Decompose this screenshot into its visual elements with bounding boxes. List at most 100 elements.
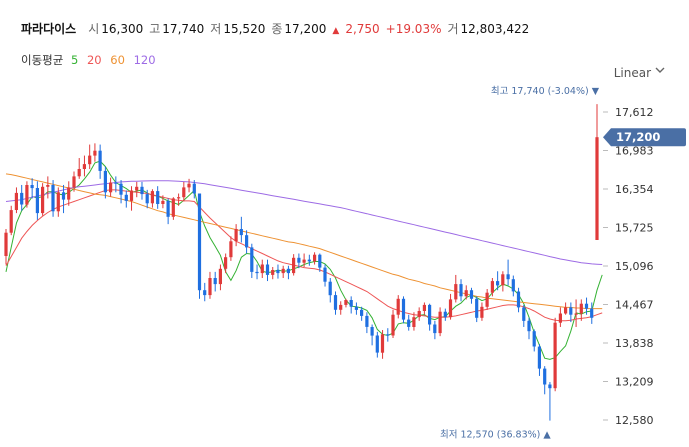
candle [260, 259, 264, 278]
candle-body [537, 346, 541, 369]
candle [229, 236, 233, 261]
candle-body [77, 169, 81, 177]
candle [218, 264, 222, 291]
candle [20, 184, 24, 211]
candle [506, 259, 510, 286]
candle [339, 301, 343, 315]
candle [93, 143, 97, 162]
candle-body [543, 368, 547, 385]
candle [156, 186, 160, 209]
candle [313, 252, 317, 265]
candle-body [516, 291, 521, 308]
candle-body [590, 308, 594, 318]
candle-body [234, 229, 238, 242]
candle [197, 193, 202, 299]
candle-body [145, 194, 149, 204]
candle-body [218, 268, 222, 285]
candle-body [584, 303, 589, 309]
candle-body [250, 247, 254, 272]
candle-body [61, 192, 66, 200]
candle-body [245, 235, 249, 248]
candle-body [360, 309, 364, 316]
candle [276, 264, 280, 279]
candle [511, 275, 515, 297]
candle-body [511, 279, 515, 292]
candle-body [438, 311, 442, 334]
candle-body [490, 281, 494, 293]
candle [129, 186, 134, 211]
candle-body [292, 257, 296, 274]
candle [459, 279, 463, 302]
candle-body [354, 306, 358, 310]
candle [150, 189, 154, 208]
candle [239, 216, 243, 243]
y-tick-label: 15,725 [615, 222, 654, 235]
price-chart[interactable]: 17,612 16,983 16,354 15,725 15,096 14,467 13,8… [0, 0, 689, 447]
candle-body [46, 185, 50, 187]
candle [548, 382, 552, 421]
candle-body [9, 210, 13, 233]
candle-body [166, 200, 170, 217]
candle [558, 307, 562, 327]
candle-body [82, 164, 86, 169]
candle-body [480, 306, 484, 318]
candle [543, 366, 547, 395]
candle [433, 320, 437, 340]
candle-body [569, 307, 573, 315]
candle [422, 302, 426, 315]
candle-body [281, 268, 285, 274]
candle-body [88, 155, 92, 165]
candle [182, 181, 186, 202]
candle-body [464, 290, 468, 297]
candle [67, 181, 71, 206]
candle-body [203, 290, 207, 296]
candle-body [433, 324, 437, 334]
candle [532, 329, 536, 352]
candle [386, 328, 390, 342]
candle [208, 271, 212, 299]
candle [265, 259, 270, 282]
candle-body [192, 183, 196, 194]
candle-body [412, 317, 416, 327]
candle-body [548, 384, 552, 389]
candle-body [103, 170, 107, 193]
candle [428, 303, 432, 331]
y-tick-label: 17,612 [615, 106, 654, 119]
candle-body [496, 281, 500, 286]
candle [271, 266, 275, 280]
y-tick-label: 14,467 [615, 299, 654, 312]
candle-body [114, 182, 118, 184]
candle [318, 253, 322, 272]
candle-body [224, 257, 228, 269]
candle [537, 344, 541, 376]
candle-body [339, 304, 343, 310]
candle-body [56, 192, 60, 212]
candle-body [35, 188, 39, 214]
candle [391, 309, 395, 338]
candle-body [365, 315, 369, 327]
candle-body [229, 241, 233, 258]
candle-body [407, 319, 411, 327]
candle [224, 253, 228, 274]
candle [522, 304, 526, 327]
candle-body [119, 183, 123, 195]
candle [281, 265, 285, 278]
candle-body [98, 150, 102, 171]
y-tick-label: 13,209 [615, 376, 654, 389]
candle-body [93, 150, 97, 156]
candle [370, 324, 374, 346]
candle [9, 205, 13, 236]
candle-body [574, 313, 578, 315]
candle-body [459, 284, 463, 297]
candle-body [454, 284, 458, 300]
candle-body [380, 334, 385, 353]
candle [401, 296, 406, 324]
candle-body [109, 182, 113, 193]
candle [333, 291, 338, 315]
candle [527, 317, 531, 340]
candle-body [401, 298, 406, 320]
candle [140, 181, 144, 200]
candle-body [443, 311, 447, 318]
ma120-line [5, 180, 603, 265]
candle [328, 277, 332, 303]
